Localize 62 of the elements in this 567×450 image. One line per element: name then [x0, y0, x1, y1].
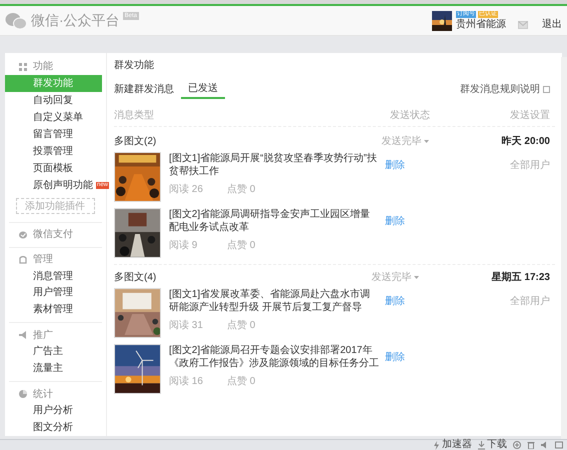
page-title: 群发功能 — [114, 58, 155, 73]
sidebar-item[interactable]: 自动回复 — [5, 92, 102, 109]
article-title[interactable]: [图文2]省能源局召开专题会议安排部署2017年《政府工作报告》涉及能源领域的目标任务分工 — [169, 344, 379, 370]
read-count: 阅读 26 — [169, 182, 204, 197]
message-type: 多图文(4) — [114, 270, 158, 285]
sidebar-item[interactable]: 原创声明功能 — [33, 178, 93, 193]
article-title[interactable]: [图文2]省能源局调研指导金安声工业园区增量配电业务试点改革 — [169, 208, 379, 234]
section-title: 统计 — [33, 388, 53, 402]
logout-link[interactable]: 退出 — [542, 17, 562, 32]
sidebar-item[interactable]: 图文分析 — [5, 419, 102, 436]
download-icon — [478, 440, 485, 450]
sidebar-item[interactable]: 页面模板 — [5, 160, 102, 177]
column-header: 发送状态 — [390, 108, 431, 123]
sidebar-item[interactable]: 消息管理 — [5, 268, 102, 284]
megaphone-icon — [19, 331, 27, 340]
section-title: 功能 — [33, 60, 53, 74]
read-count: 阅读 9 — [169, 238, 198, 253]
status-item[interactable]: 加速器 — [442, 440, 472, 450]
sidebar-item[interactable]: 自定义菜单 — [5, 108, 102, 126]
trash-icon[interactable] — [527, 441, 535, 449]
grid-icon — [19, 62, 27, 71]
like-count: 点赞 0 — [227, 182, 256, 197]
audience: 全部用户 — [510, 160, 550, 171]
like-count: 点赞 0 — [227, 238, 256, 253]
audience: 全部用户 — [510, 296, 550, 307]
article-title[interactable]: [图文1]省能源局开展“脱贫攻坚春季攻势行动”扶贫帮扶工作 — [169, 152, 379, 178]
sidebar-item[interactable]: 用户分析 — [5, 402, 102, 420]
logo-icon — [5, 12, 27, 30]
account-name[interactable]: 贵州省能源 — [456, 18, 506, 30]
status-item[interactable]: 下载 — [487, 440, 507, 450]
read-count: 阅读 16 — [169, 374, 204, 389]
window-icon[interactable] — [555, 441, 563, 449]
wallet-icon — [19, 230, 27, 239]
mail-icon[interactable] — [518, 20, 528, 28]
sidebar-item[interactable]: 素材管理 — [5, 301, 102, 318]
like-count: 点赞 0 — [227, 318, 256, 333]
section-title[interactable]: 微信支付 — [33, 227, 73, 242]
sidebar-item[interactable]: 用户管理 — [5, 284, 102, 302]
inbox-icon — [19, 256, 27, 264]
rules-link[interactable]: 群发消息规则说明 — [460, 82, 540, 96]
bolt-icon — [433, 440, 440, 450]
sidebar-item[interactable]: 留言管理 — [5, 126, 102, 143]
send-time: 星期五 17:23 — [492, 270, 550, 285]
send-time: 昨天 20:00 — [502, 134, 550, 149]
read-count: 阅读 31 — [169, 318, 204, 333]
sidebar-item[interactable]: 广告主 — [5, 343, 102, 360]
column-header: 消息类型 — [114, 108, 155, 123]
sidebar-item[interactable]: 投票管理 — [5, 142, 102, 160]
caret-icon — [424, 140, 429, 143]
speaker-icon[interactable] — [541, 441, 549, 449]
article-title[interactable]: [图文1]省发展改革委、省能源局赴六盘水市调研能源产业转型升级 开展节后复工复产督导 — [169, 288, 379, 314]
column-header: 发送设置 — [510, 108, 550, 123]
like-count: 点赞 0 — [227, 374, 256, 389]
plus-icon[interactable] — [513, 441, 521, 449]
section-title: 推广 — [33, 328, 53, 343]
message-type: 多图文(2) — [114, 134, 158, 149]
tab[interactable]: 已发送 — [181, 79, 225, 99]
sidebar-item[interactable]: 流量主 — [5, 360, 102, 378]
section-title: 管理 — [33, 253, 53, 268]
tab[interactable]: 新建群发消息 — [114, 79, 181, 99]
pie-icon — [19, 390, 27, 398]
caret-icon — [414, 276, 419, 279]
